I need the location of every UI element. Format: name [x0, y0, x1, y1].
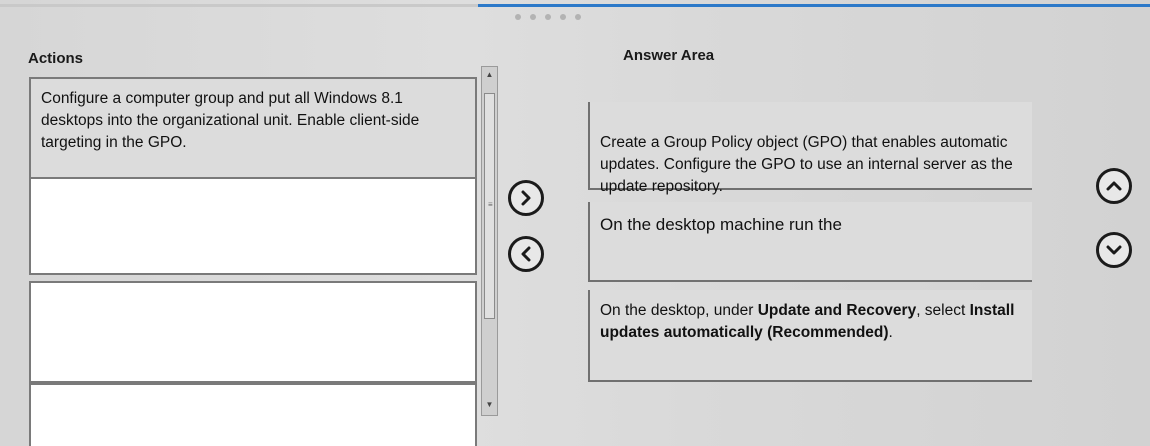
- action-item-3[interactable]: [29, 281, 477, 383]
- progress-dot: [575, 14, 581, 20]
- action-item-2[interactable]: [29, 177, 477, 275]
- chevron-right-icon: [521, 190, 531, 206]
- move-right-button[interactable]: [508, 180, 544, 216]
- answer-item-text: On the desktop machine run the: [600, 215, 842, 234]
- progress-dot: [530, 14, 536, 20]
- answer-item-3[interactable]: On the desktop, under Update and Recover…: [588, 290, 1032, 382]
- actions-heading: Actions: [28, 50, 84, 67]
- answer-item-text-bold: Update and Recovery: [757, 302, 917, 319]
- answer-item-text: Create a Group Policy object (GPO) that …: [600, 134, 1013, 195]
- answer-area-heading: Answer Area: [623, 47, 715, 64]
- progress-dot: [545, 14, 551, 20]
- grip-icon: ≡: [488, 200, 493, 209]
- scroll-up-arrow-icon[interactable]: ▲: [482, 67, 497, 83]
- scroll-down-arrow-icon[interactable]: ▼: [482, 397, 497, 413]
- actions-list: Configure a computer group and put all W…: [25, 73, 480, 446]
- chevron-up-icon: [1106, 181, 1122, 191]
- actions-scrollbar[interactable]: ▲ ≡ ▼: [481, 66, 498, 416]
- move-left-button[interactable]: [508, 236, 544, 272]
- move-up-button[interactable]: [1096, 168, 1132, 204]
- move-down-button[interactable]: [1096, 232, 1132, 268]
- chevron-down-icon: [1106, 245, 1122, 255]
- answer-item-1[interactable]: Create a Group Policy object (GPO) that …: [588, 102, 1032, 195]
- answer-item-text-part: , select: [916, 302, 970, 319]
- action-item-4[interactable]: [29, 383, 477, 446]
- answer-item-text-part: On the desktop, under: [600, 302, 758, 319]
- progress-dots: [515, 14, 581, 20]
- chevron-left-icon: [521, 246, 531, 262]
- action-item-text: Configure a computer group and put all W…: [31, 79, 475, 187]
- answer-item-2[interactable]: On the desktop machine run the: [588, 202, 1032, 282]
- progress-dot: [515, 14, 521, 20]
- progress-dot: [560, 14, 566, 20]
- action-item-1[interactable]: Configure a computer group and put all W…: [29, 77, 477, 189]
- answer-item-text-part: .: [888, 324, 893, 341]
- scroll-thumb[interactable]: ≡: [484, 93, 495, 319]
- accent-bar: [478, 4, 1150, 7]
